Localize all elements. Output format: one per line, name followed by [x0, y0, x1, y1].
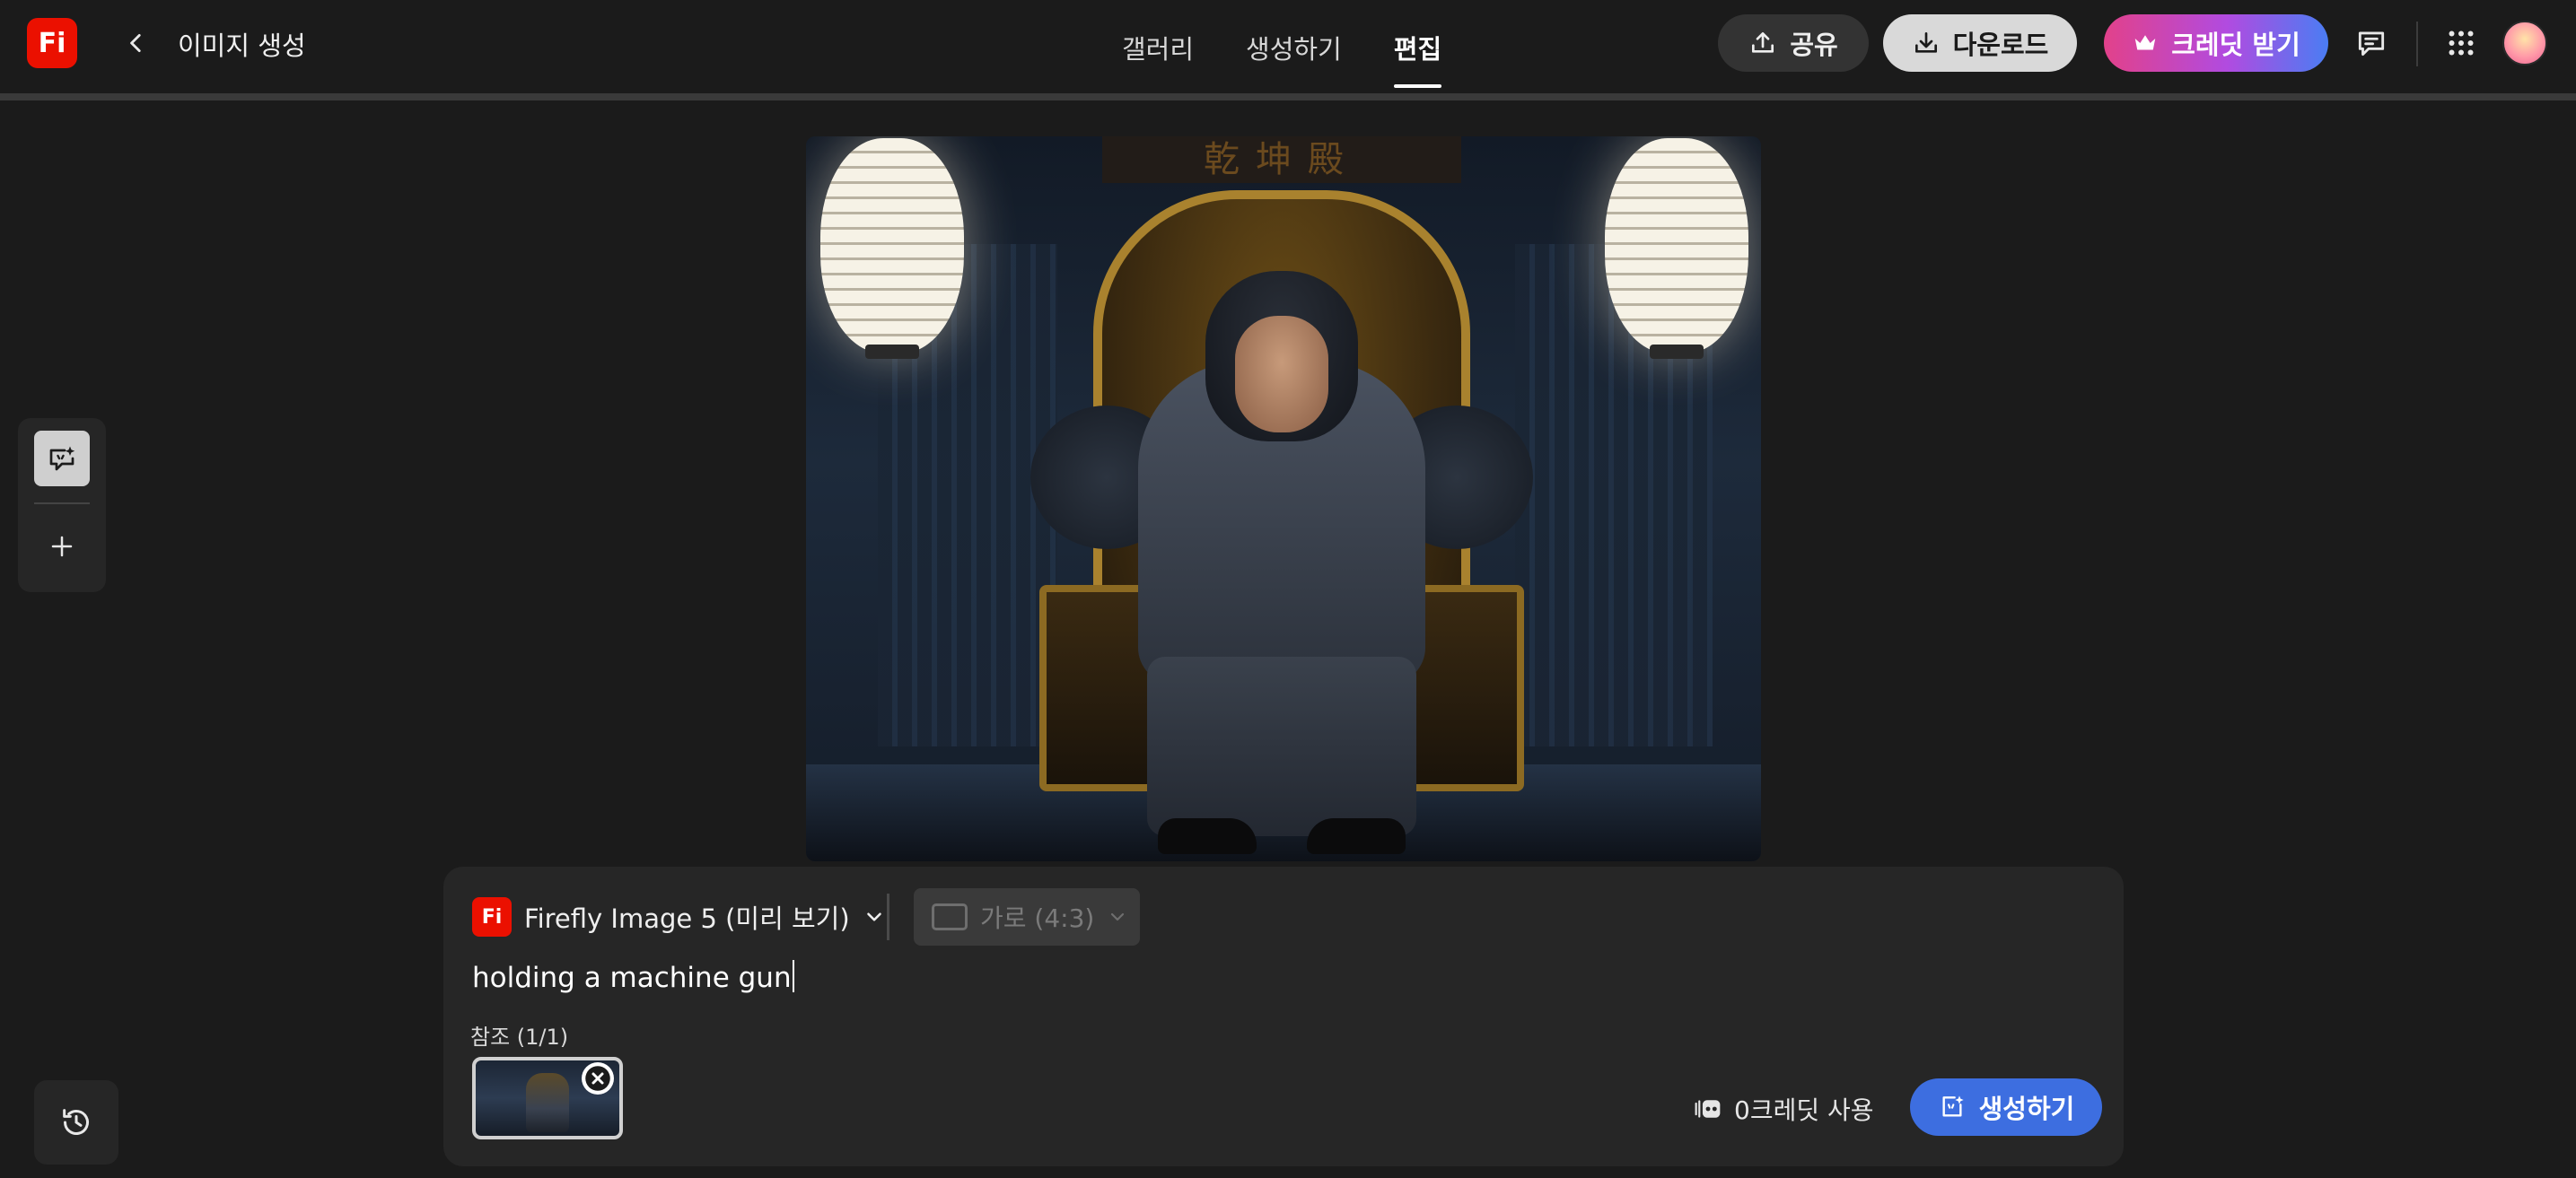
image-lantern-right — [1605, 138, 1748, 353]
generated-image[interactable]: 乾坤殿 — [806, 136, 1761, 861]
generate-label: 생성하기 — [1978, 1094, 2075, 1124]
history-icon — [63, 1109, 89, 1135]
rail-divider — [34, 502, 90, 504]
download-icon — [1914, 32, 1937, 53]
upload-icon — [1752, 32, 1774, 53]
get-credits-label: 크레딧 받기 — [2171, 30, 2300, 60]
tab-generate[interactable]: 생성하기 — [1246, 0, 1342, 93]
generative-edit-tool[interactable] — [34, 431, 90, 486]
get-credits-button[interactable]: 크레딧 받기 — [2104, 14, 2328, 72]
remove-reference-button[interactable] — [582, 1062, 614, 1095]
feedback-icon — [2358, 31, 2385, 57]
tool-rail — [18, 418, 106, 592]
panel-divider — [887, 894, 889, 940]
generate-button[interactable]: 생성하기 — [1910, 1078, 2102, 1136]
apps-grid-icon — [2449, 31, 2474, 56]
credit-usage: 0크레딧 사용 — [1693, 1091, 1874, 1127]
image-figure-shoe-left — [1158, 818, 1257, 854]
close-icon — [585, 1066, 610, 1091]
image-figure-shoe-right — [1307, 818, 1406, 854]
crown-icon — [2135, 35, 2156, 50]
chevron-left-icon — [130, 33, 141, 53]
add-icon — [51, 536, 73, 557]
model-dropdown[interactable]: Fi Firefly Image 5 (미리 보기) — [472, 894, 886, 940]
firefly-model-icon: Fi — [472, 897, 512, 937]
image-lantern-left — [820, 138, 964, 353]
chevron-down-icon — [866, 912, 881, 921]
tab-gallery[interactable]: 갤러리 — [1122, 0, 1194, 93]
prompt-input[interactable]: holding a machine gun — [472, 960, 794, 994]
prompt-panel: Fi Firefly Image 5 (미리 보기) 가로 (4:3) hold… — [443, 867, 2124, 1166]
image-figure-face — [1235, 316, 1328, 432]
generative-edit-icon — [49, 446, 75, 471]
add-tool-button[interactable] — [34, 519, 90, 574]
text-cursor — [792, 960, 794, 992]
aspect-ratio-label: 가로 (4:3) — [980, 903, 1095, 933]
share-button[interactable]: 공유 — [1718, 14, 1869, 72]
image-temple-sign: 乾坤殿 — [1102, 136, 1461, 183]
prompt-value: holding a machine gun — [472, 962, 792, 994]
share-label: 공유 — [1790, 30, 1838, 60]
credit-usage-label: 0크레딧 사용 — [1734, 1095, 1874, 1125]
image-figure-legs — [1147, 657, 1416, 836]
page-title: 이미지 생성 — [178, 31, 306, 61]
header-divider-bar — [0, 93, 2576, 100]
mode-tabs: 갤러리 생성하기 편집 — [1122, 0, 1442, 93]
image-lantern-cap-left — [865, 345, 919, 359]
back-button[interactable] — [117, 23, 156, 63]
reference-label: 참조 (1/1) — [470, 1025, 569, 1050]
generate-icon — [1942, 1095, 1964, 1117]
firefly-logo[interactable]: Fi — [27, 18, 77, 68]
aspect-ratio-dropdown: 가로 (4:3) — [914, 888, 1140, 946]
user-avatar[interactable] — [2502, 21, 2547, 65]
download-label: 다운로드 — [1952, 30, 2049, 60]
reference-thumbnail-figure — [526, 1073, 569, 1132]
aspect-ratio-icon — [932, 903, 968, 930]
model-label: Firefly Image 5 (미리 보기) — [524, 903, 850, 934]
tab-edit[interactable]: 편집 — [1393, 0, 1442, 93]
feedback-button[interactable] — [2350, 22, 2393, 65]
app-header: Fi 이미지 생성 갤러리 생성하기 편집 공유 다운로드 크레딧 받기 — [0, 0, 2576, 93]
chevron-down-icon — [1111, 912, 1125, 921]
image-lantern-cap-right — [1650, 345, 1704, 359]
header-divider — [2416, 22, 2418, 66]
download-button[interactable]: 다운로드 — [1883, 14, 2077, 72]
apps-button[interactable] — [2440, 22, 2483, 65]
history-button[interactable] — [34, 1080, 118, 1165]
credits-icon — [1695, 1100, 1721, 1118]
